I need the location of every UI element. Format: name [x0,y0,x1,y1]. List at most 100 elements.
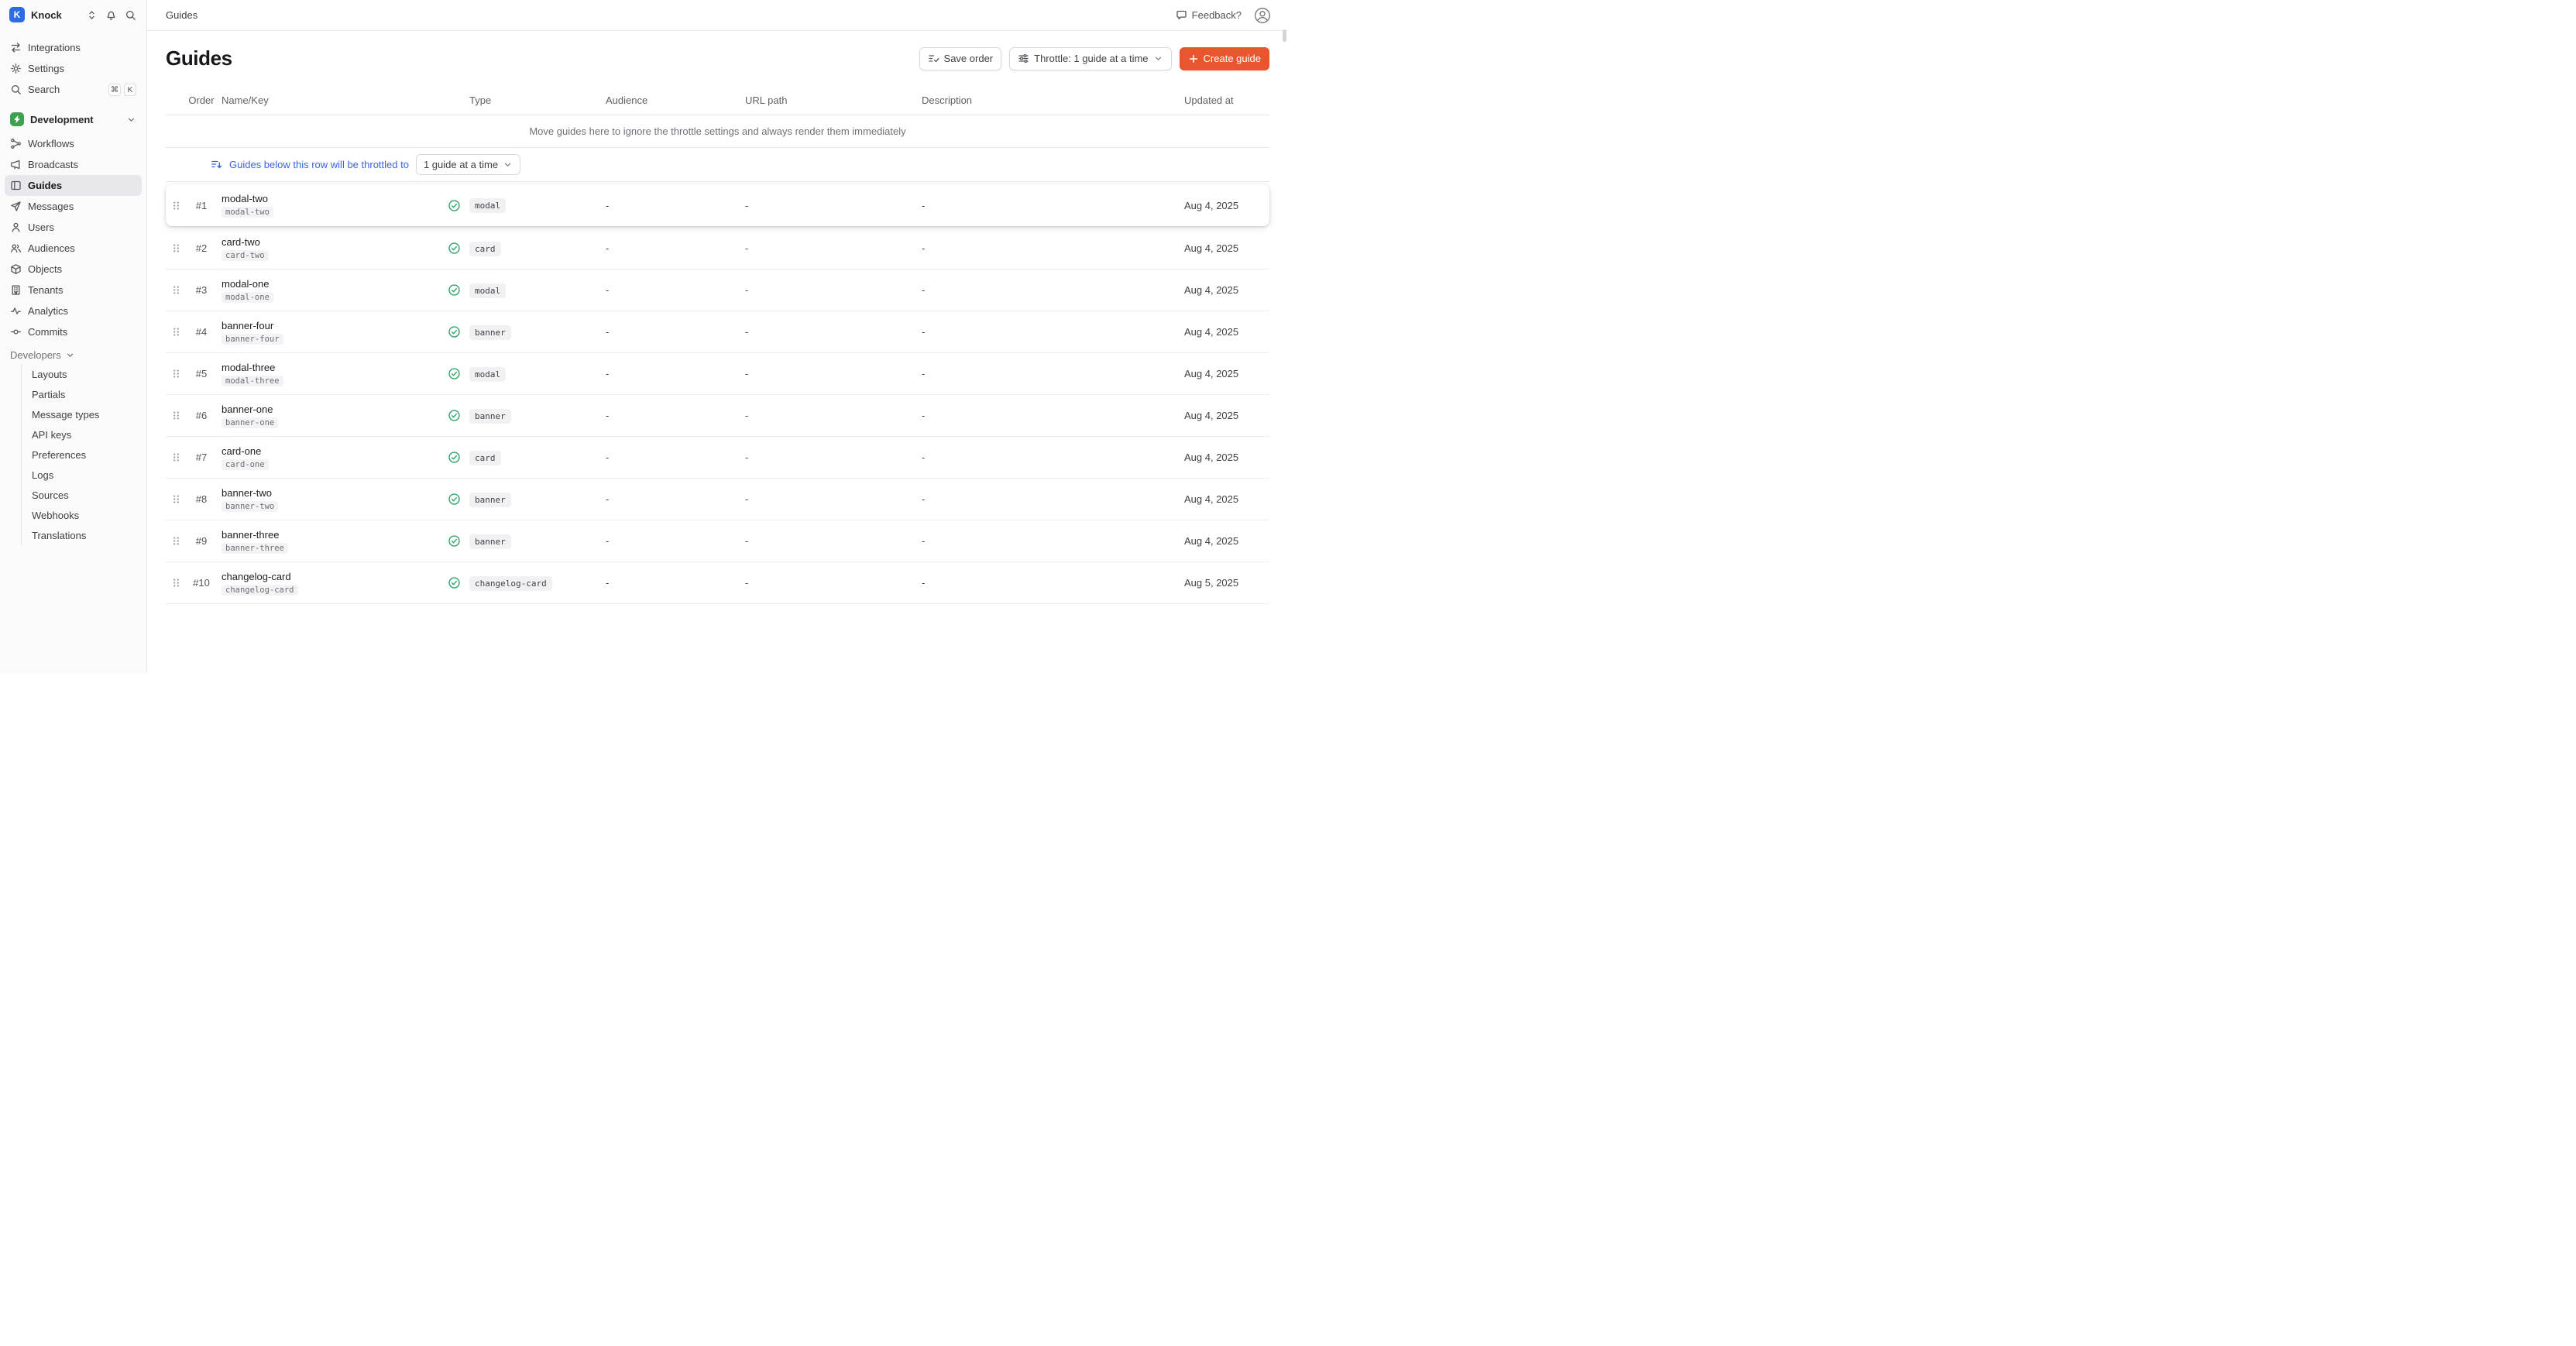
guide-row[interactable]: #4banner-fourbanner-fourbanner---Aug 4, … [166,311,1269,353]
sidebar-item-commits[interactable]: Commits [5,321,142,342]
guide-key: card-two [222,250,269,261]
drag-handle-icon[interactable] [166,242,186,254]
guide-audience: - [606,410,745,421]
guide-row[interactable]: #8banner-twobanner-twobanner---Aug 4, 20… [166,479,1269,520]
sidebar-item-settings[interactable]: Settings [5,58,142,79]
guide-name[interactable]: modal-one [222,278,269,290]
guide-name[interactable]: modal-two [222,193,268,204]
guide-row[interactable]: #5modal-threemodal-threemodal---Aug 4, 2… [166,353,1269,395]
developers-section-toggle[interactable]: Developers [5,349,142,361]
throttle-dropdown-button[interactable]: Throttle: 1 guide at a time [1009,47,1171,70]
search-icon[interactable] [123,8,137,22]
page-title: Guides [166,46,232,70]
user-avatar[interactable] [1254,7,1271,24]
guide-row[interactable]: #10changelog-cardchangelog-cardchangelog… [166,562,1269,604]
sidebar-item-label: Workflows [28,138,74,149]
drag-handle-icon[interactable] [166,535,186,547]
sidebar-item-label: Integrations [28,42,81,53]
drag-handle-icon[interactable] [166,284,186,296]
guide-row[interactable]: #1modal-twomodal-twomodal---Aug 4, 2025 [166,184,1269,226]
guide-row[interactable]: #7card-onecard-onecard---Aug 4, 2025 [166,437,1269,479]
guide-updated-at: Aug 4, 2025 [1184,493,1269,505]
kbd-key: ⌘ [108,84,121,96]
feedback-label: Feedback? [1192,9,1242,21]
guide-order: #4 [186,326,217,338]
sidebar-item-layouts[interactable]: Layouts [22,364,146,384]
guide-name[interactable]: banner-four [222,320,273,331]
unthrottled-dropzone[interactable]: Move guides here to ignore the throttle … [166,115,1269,148]
sidebar-item-guides[interactable]: Guides [5,175,142,196]
guide-key: banner-four [222,334,283,345]
sidebar-item-message-types[interactable]: Message types [22,404,146,424]
sidebar-item-api-keys[interactable]: API keys [22,424,146,445]
throttle-divider-link[interactable]: Guides below this row will be throttled … [229,159,409,170]
breadcrumb[interactable]: Guides [166,9,197,21]
drag-handle-icon[interactable] [166,452,186,463]
sidebar-item-workflows[interactable]: Workflows [5,133,142,154]
guide-name[interactable]: banner-three [222,529,279,541]
guide-name-key: banner-onebanner-one [217,403,438,428]
guide-audience: - [606,284,745,296]
scrollbar-thumb[interactable] [1283,29,1286,42]
environment-switcher[interactable]: Development [5,108,142,130]
developers-label: Developers [10,349,61,361]
guide-row[interactable]: #2card-twocard-twocard---Aug 4, 2025 [166,228,1269,270]
sidebar-item-partials[interactable]: Partials [22,384,146,404]
sidebar-item-objects[interactable]: Objects [5,259,142,280]
sidebar-item-tenants[interactable]: Tenants [5,280,142,300]
drag-handle-icon[interactable] [166,410,186,421]
drag-handle-icon[interactable] [166,326,186,338]
sidebar-item-label: Search [28,84,60,95]
drag-handle-icon[interactable] [166,368,186,379]
sidebar-item-audiences[interactable]: Audiences [5,238,142,259]
sidebar-item-broadcasts[interactable]: Broadcasts [5,154,142,175]
save-order-button[interactable]: Save order [919,47,1002,70]
guide-description: - [922,493,1184,505]
workspace-switcher[interactable]: K Knock [0,0,146,27]
feedback-button[interactable]: Feedback? [1176,9,1242,21]
sidebar-item-label: Message types [32,409,99,421]
drag-handle-icon[interactable] [166,577,186,589]
guide-audience: - [606,452,745,463]
create-guide-button[interactable]: Create guide [1180,47,1269,70]
sidebar-item-label: Translations [32,530,86,541]
sidebar: K Knock IntegrationsSettingsSearch⌘K Dev… [0,0,147,673]
guide-key: changelog-card [222,585,298,596]
guide-audience: - [606,368,745,379]
sidebar-item-sources[interactable]: Sources [22,485,146,505]
guide-order: #7 [186,452,217,463]
sidebar-item-translations[interactable]: Translations [22,525,146,545]
sidebar-item-logs[interactable]: Logs [22,465,146,485]
sidebar-item-preferences[interactable]: Preferences [22,445,146,465]
bell-icon[interactable] [104,8,118,22]
guide-name[interactable]: banner-one [222,403,273,415]
guide-name[interactable]: changelog-card [222,571,291,582]
integrations-icon [10,42,22,53]
drag-handle-icon[interactable] [166,200,186,211]
sidebar-item-label: Settings [28,63,64,74]
guide-row[interactable]: #6banner-onebanner-onebanner---Aug 4, 20… [166,395,1269,437]
guide-status-active-icon [438,325,469,338]
guide-name[interactable]: card-one [222,445,261,457]
sidebar-item-analytics[interactable]: Analytics [5,300,142,321]
guide-name[interactable]: banner-two [222,487,272,499]
guide-name[interactable]: modal-three [222,362,275,373]
guide-row[interactable]: #3modal-onemodal-onemodal---Aug 4, 2025 [166,270,1269,311]
workspace-selector-icon[interactable] [84,8,98,22]
sidebar-item-webhooks[interactable]: Webhooks [22,505,146,525]
guide-url-path: - [745,284,922,296]
guide-name[interactable]: card-two [222,236,260,248]
sidebar-item-users[interactable]: Users [5,217,142,238]
sidebar-item-label: Guides [28,180,62,191]
sidebar-item-integrations[interactable]: Integrations [5,37,142,58]
sidebar-item-label: Preferences [32,449,86,461]
sidebar-item-search[interactable]: Search⌘K [5,79,142,100]
guide-updated-at: Aug 4, 2025 [1184,410,1269,421]
guide-order: #6 [186,410,217,421]
guide-name-key: changelog-card changelog-card [217,571,438,596]
throttle-divider-dropdown[interactable]: 1 guide at a time [416,154,520,175]
guide-row[interactable]: #9banner-threebanner-threebanner---Aug 4… [166,520,1269,562]
sidebar-item-messages[interactable]: Messages [5,196,142,217]
drag-handle-icon[interactable] [166,493,186,505]
audiences-icon [10,242,22,254]
